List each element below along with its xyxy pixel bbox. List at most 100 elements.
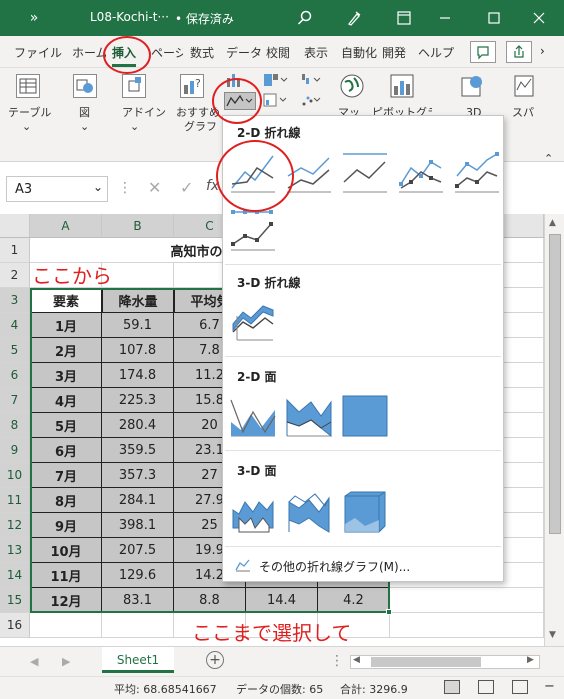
pie-chart-icon[interactable] — [262, 92, 288, 108]
row-header-7[interactable]: 7 — [0, 388, 30, 413]
prev-sheet-icon[interactable]: ◀ — [30, 655, 38, 668]
3d-map-icon[interactable] — [458, 72, 486, 100]
addin-dropdown-icon[interactable]: ⌄ — [130, 120, 139, 133]
data-cell[interactable]: 280.4 — [102, 413, 174, 438]
sparkline-icon[interactable] — [512, 72, 536, 100]
fill-handle[interactable] — [386, 609, 392, 615]
cell[interactable] — [102, 613, 174, 638]
stacked-line-with-markers-option[interactable] — [453, 148, 501, 194]
row-header-12[interactable]: 12 — [0, 513, 30, 538]
cell[interactable] — [390, 588, 544, 613]
name-box-dropdown-icon[interactable]: ⌄ — [93, 180, 103, 194]
month-cell[interactable]: 3月 — [30, 363, 102, 388]
recommended-charts-icon[interactable]: ? — [180, 74, 204, 98]
tab-file[interactable]: ファイル — [14, 44, 62, 61]
month-cell[interactable]: 1月 — [30, 313, 102, 338]
month-cell[interactable]: 2月 — [30, 338, 102, 363]
row-header-8[interactable]: 8 — [0, 413, 30, 438]
data-cell[interactable]: 59.1 — [102, 313, 174, 338]
tab-page-layout[interactable]: ページ — [151, 44, 183, 61]
table-dropdown-icon[interactable]: ⌄ — [22, 120, 31, 133]
designer-icon[interactable] — [342, 6, 366, 30]
data-cell[interactable]: 4.2 — [318, 588, 390, 613]
enter-icon[interactable]: ✓ — [180, 178, 193, 197]
row-header-2[interactable]: 2 — [0, 263, 30, 288]
column-header-a[interactable]: A — [30, 214, 102, 238]
vertical-scrollbar[interactable]: ▲ ▼ — [544, 214, 564, 646]
illustrations-icon[interactable] — [73, 74, 97, 98]
100-stacked-line-option[interactable] — [341, 148, 389, 194]
select-all-corner[interactable] — [0, 214, 30, 238]
share-icon[interactable] — [506, 41, 532, 63]
scroll-up-icon[interactable]: ▲ — [549, 218, 556, 228]
table-icon[interactable] — [16, 74, 40, 98]
tab-split-icon[interactable]: ⋮ — [330, 653, 344, 669]
cancel-icon[interactable]: ✕ — [148, 178, 161, 197]
cell[interactable] — [102, 263, 174, 288]
data-cell[interactable]: 83.1 — [102, 588, 174, 613]
addin-icon[interactable] — [122, 74, 146, 98]
row-header-10[interactable]: 10 — [0, 463, 30, 488]
scroll-right-arrow-icon[interactable]: ▶ — [527, 655, 534, 665]
recommended-charts-label-2[interactable]: グラフ — [184, 120, 217, 133]
close-icon[interactable] — [527, 6, 551, 30]
page-layout-view-icon[interactable] — [478, 680, 494, 694]
header-cell[interactable]: 要素 — [30, 288, 102, 313]
month-cell[interactable]: 11月 — [30, 563, 102, 588]
month-cell[interactable]: 12月 — [30, 588, 102, 613]
minimize-icon[interactable] — [433, 6, 457, 30]
row-header-4[interactable]: 4 — [0, 313, 30, 338]
formula-bar-options-icon[interactable]: ⋮ — [118, 180, 132, 196]
stacked-area-option[interactable] — [285, 392, 333, 438]
month-cell[interactable]: 5月 — [30, 413, 102, 438]
scroll-thumb[interactable] — [549, 234, 561, 534]
data-cell[interactable]: 174.8 — [102, 363, 174, 388]
3d-area-option[interactable] — [229, 488, 277, 534]
hierarchy-chart-icon[interactable] — [262, 72, 288, 88]
sparkline-label[interactable]: スパ — [512, 106, 534, 119]
collapse-ribbon-icon[interactable]: ⌃ — [544, 152, 553, 165]
waterfall-chart-icon[interactable] — [300, 72, 322, 88]
tab-data[interactable]: データ — [226, 44, 262, 61]
column-header-b[interactable]: B — [102, 214, 174, 238]
month-cell[interactable]: 9月 — [30, 513, 102, 538]
row-header-13[interactable]: 13 — [0, 538, 30, 563]
horizontal-scrollbar[interactable]: ◀ ▶ — [350, 655, 540, 669]
tab-developer[interactable]: 開発 — [382, 44, 406, 61]
tab-formulas[interactable]: 数式 — [190, 44, 214, 61]
data-cell[interactable]: 207.5 — [102, 538, 174, 563]
month-cell[interactable]: 6月 — [30, 438, 102, 463]
tab-review[interactable]: 校閲 — [266, 44, 290, 61]
data-cell[interactable]: 129.6 — [102, 563, 174, 588]
scroll-right-icon[interactable]: › — [540, 44, 545, 58]
month-cell[interactable]: 10月 — [30, 538, 102, 563]
100-stacked-line-with-markers-option[interactable] — [229, 206, 277, 252]
row-header-15[interactable]: 15 — [0, 588, 30, 613]
tab-view[interactable]: 表示 — [304, 44, 328, 61]
zoom-out-icon[interactable]: − — [544, 679, 555, 694]
normal-view-icon[interactable] — [444, 680, 460, 694]
h-scroll-thumb[interactable] — [371, 657, 481, 667]
100-stacked-area-option[interactable] — [341, 392, 389, 438]
table-label[interactable]: テーブル — [8, 106, 51, 119]
file-name[interactable]: L08-Kochi-t··· — [90, 10, 169, 24]
tab-automate[interactable]: 自動化 — [341, 44, 377, 61]
row-header-16[interactable]: 16 — [0, 613, 30, 638]
row-header-9[interactable]: 9 — [0, 438, 30, 463]
customize-quick-access-icon[interactable]: » — [22, 6, 46, 30]
data-cell[interactable]: 284.1 — [102, 488, 174, 513]
row-header-3[interactable]: 3 — [0, 288, 30, 313]
more-line-charts-icon[interactable] — [235, 558, 251, 575]
name-box[interactable]: A3 ⌄ — [6, 176, 108, 202]
row-header-5[interactable]: 5 — [0, 338, 30, 363]
data-cell[interactable]: 8.8 — [174, 588, 246, 613]
more-line-charts-link[interactable]: その他の折れ線グラフ(M)... — [259, 558, 410, 575]
addin-label[interactable]: アドイン — [122, 106, 166, 119]
figure-dropdown-icon[interactable]: ⌄ — [80, 120, 89, 133]
data-cell[interactable]: 225.3 — [102, 388, 174, 413]
row-header-11[interactable]: 11 — [0, 488, 30, 513]
month-cell[interactable]: 8月 — [30, 488, 102, 513]
tab-home[interactable]: ホーム — [72, 44, 106, 61]
ribbon-display-icon[interactable] — [392, 6, 416, 30]
data-cell[interactable]: 359.5 — [102, 438, 174, 463]
